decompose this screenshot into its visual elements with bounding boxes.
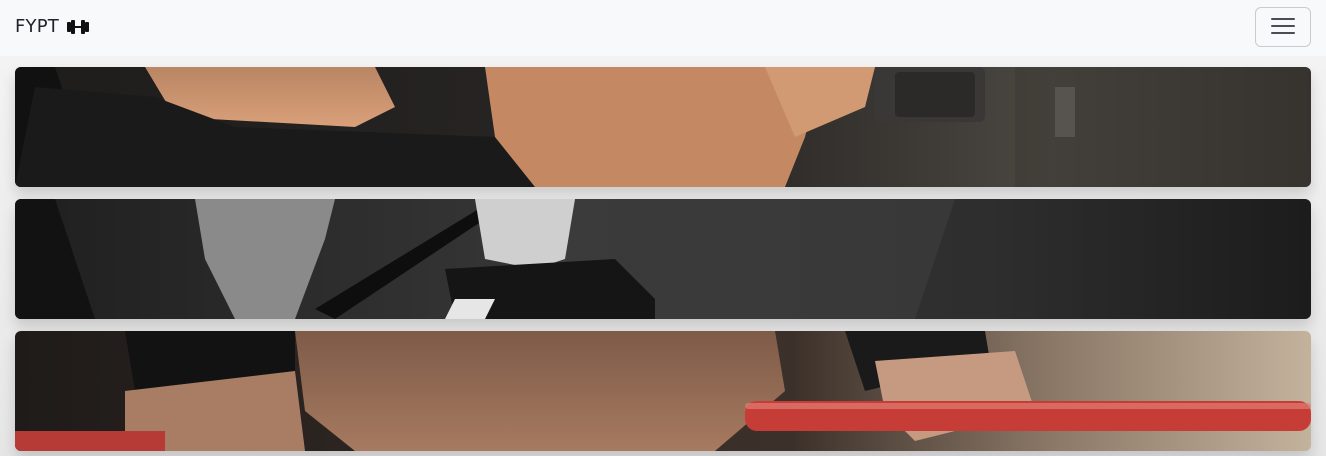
workout-card-barbell[interactable] — [15, 199, 1311, 319]
brand-text: FYPT — [15, 16, 59, 37]
brand-link[interactable]: FYPT — [15, 16, 91, 37]
workout-card-dumbbell[interactable] — [15, 67, 1311, 187]
workout-barbell-photo — [15, 199, 1311, 319]
workout-card-pushup[interactable] — [15, 331, 1311, 451]
menu-toggle-button[interactable] — [1255, 7, 1311, 47]
workout-pushup-photo — [15, 331, 1311, 451]
dumbbell-icon — [65, 18, 91, 36]
navbar: FYPT — [0, 0, 1326, 56]
workout-dumbbell-photo — [15, 67, 1311, 187]
hamburger-menu-icon — [1270, 16, 1296, 39]
